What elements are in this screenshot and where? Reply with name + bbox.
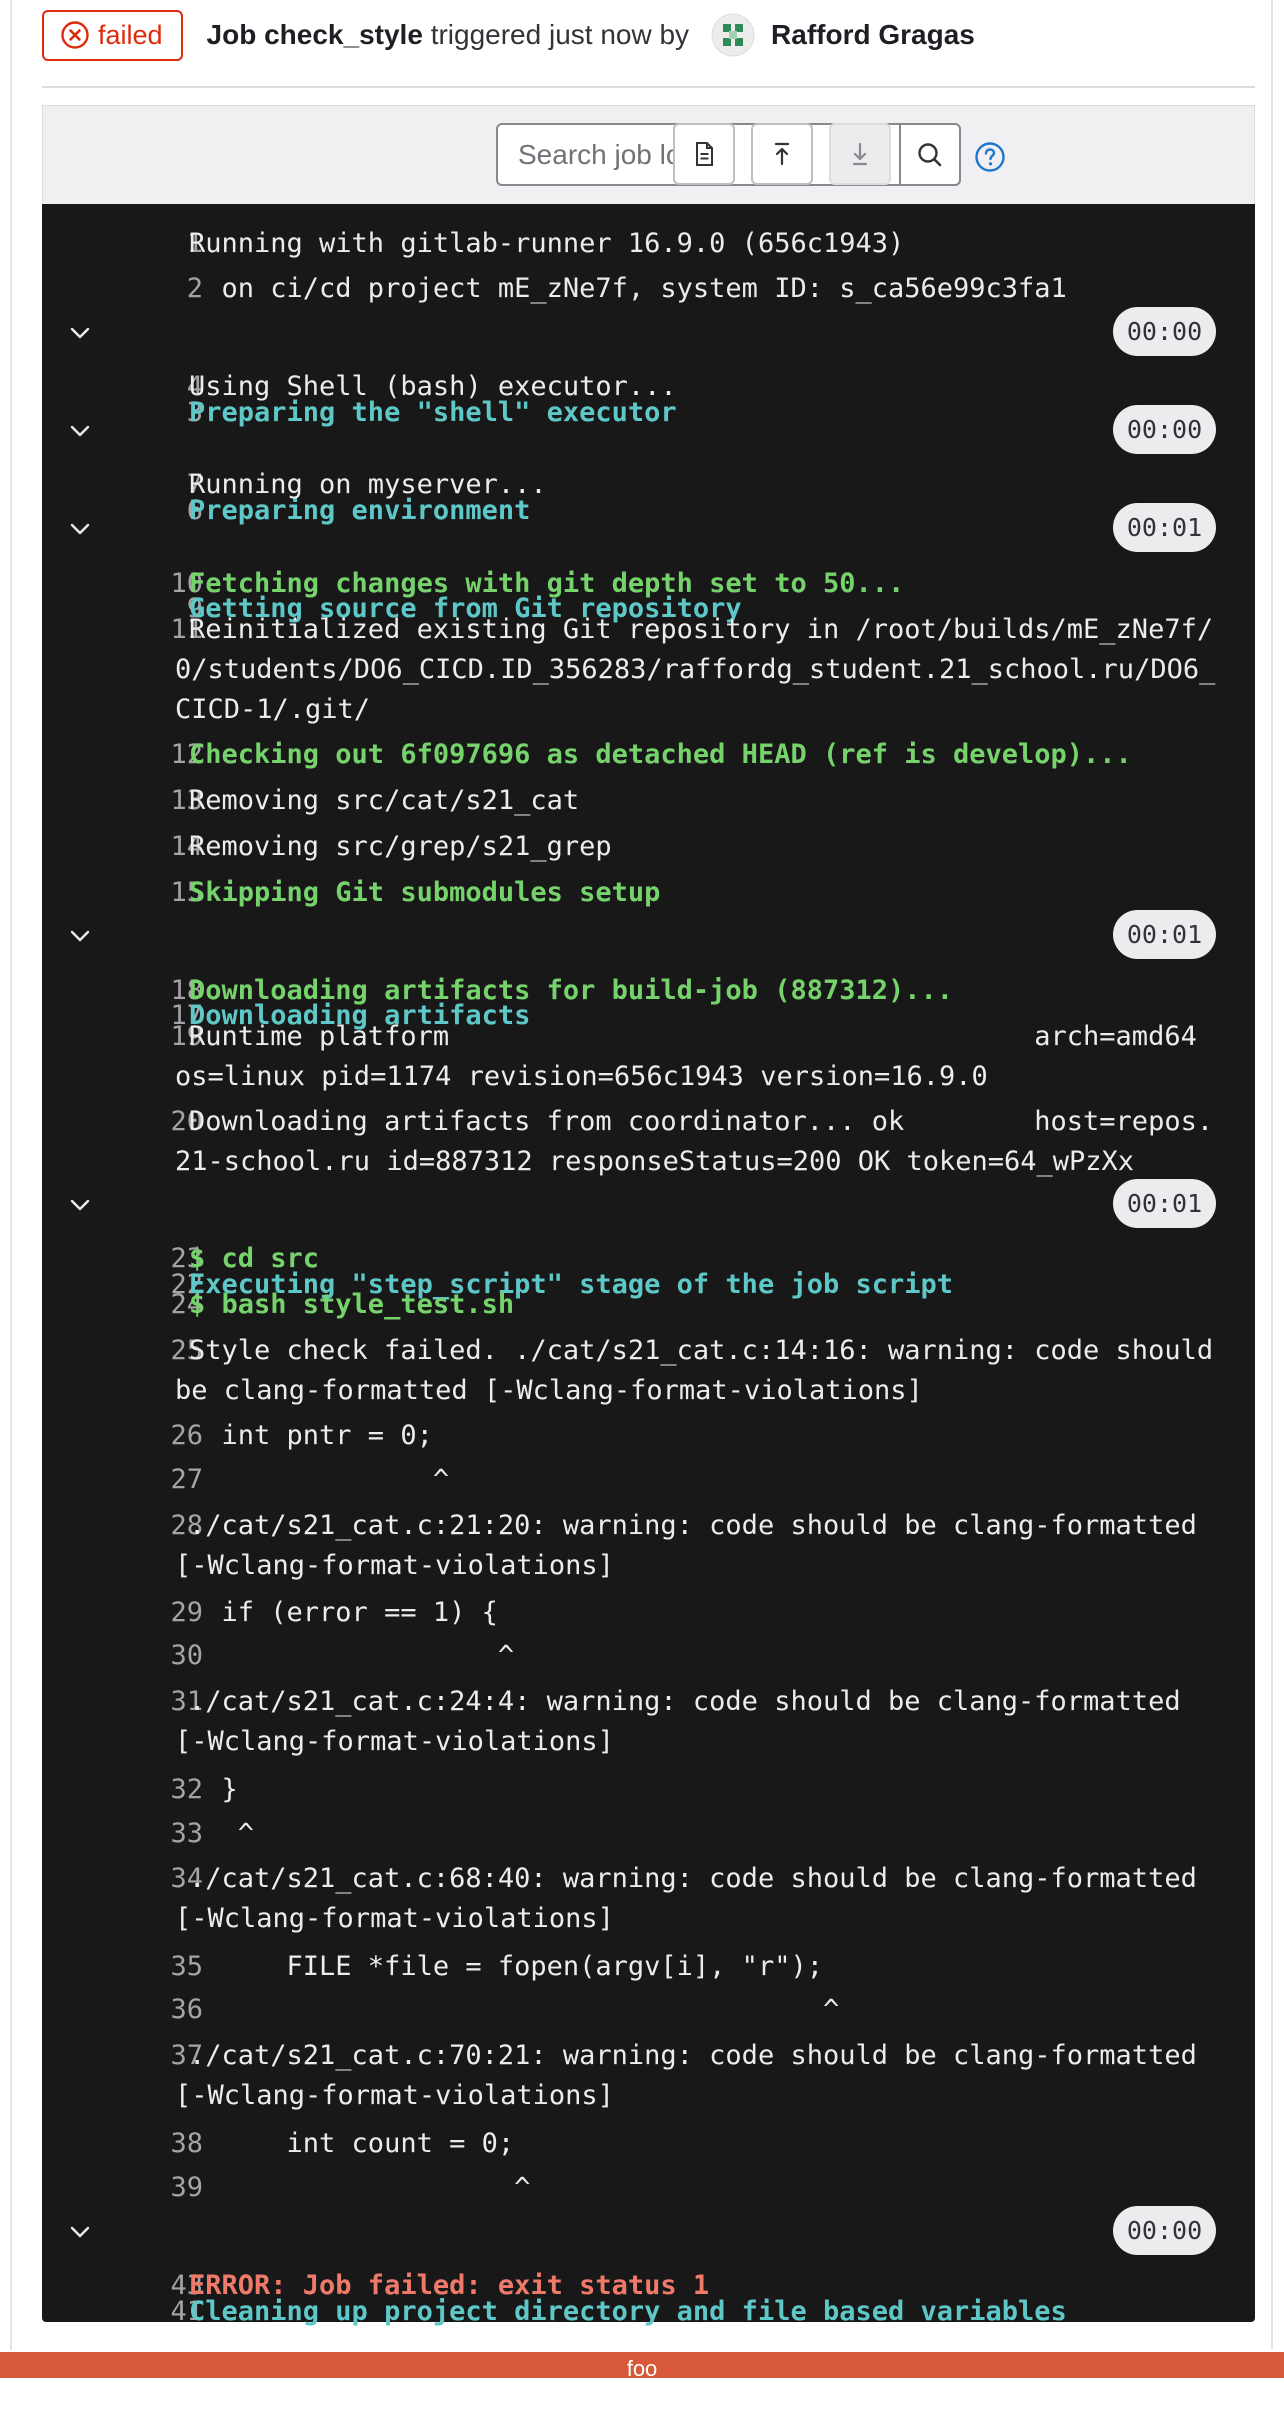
log-text: Running with gitlab-runner 16.9.0 (656c1… — [189, 228, 905, 259]
log-text: $ bash style_test.sh — [189, 1289, 515, 1320]
log-text: ^ — [189, 1640, 515, 1671]
section-duration-badge: 00:01 — [1113, 910, 1216, 959]
chevron-down-icon[interactable] — [66, 1191, 94, 1219]
chevron-down-icon[interactable] — [66, 319, 94, 347]
log-text: Checking out 6f097696 as detached HEAD (… — [189, 739, 1132, 770]
log-text: ^ — [189, 1464, 450, 1495]
log-text: if (error == 1) { — [189, 1597, 498, 1628]
status-badge[interactable]: failed — [42, 9, 183, 61]
chevron-down-icon[interactable] — [66, 922, 94, 950]
section-duration-badge: 00:01 — [1113, 1179, 1216, 1228]
chevron-down-icon[interactable] — [66, 515, 94, 543]
header-divider — [42, 86, 1255, 88]
log-text: FILE *file = fopen(argv[i], "r"); — [189, 1951, 823, 1982]
section-duration-badge: 00:01 — [1113, 503, 1216, 552]
log-text: ./cat/s21_cat.c:24:4: warning: code shou… — [175, 1686, 1197, 1757]
right-border — [1271, 0, 1273, 2350]
log-error-text: ERROR: Job failed: exit status 1 — [189, 2270, 710, 2301]
log-text: Removing src/cat/s21_cat — [189, 785, 580, 816]
search-button[interactable] — [899, 125, 959, 184]
log-text: Removing src/grep/s21_grep — [189, 831, 612, 862]
log-text: ./cat/s21_cat.c:21:20: warning: code sho… — [175, 1510, 1214, 1581]
log-text: ^ — [189, 1994, 840, 2025]
log-text: Style check failed. ./cat/s21_cat.c:14:1… — [175, 1335, 1230, 1406]
job-title: Job check_style triggered just now by Ra… — [207, 13, 975, 57]
log-text: Reinitialized existing Git repository in… — [175, 614, 1216, 725]
section-duration-badge: 00:00 — [1113, 2206, 1216, 2255]
log-text: ./cat/s21_cat.c:68:40: warning: code sho… — [175, 1863, 1214, 1934]
triggered-text: triggered just now by — [430, 19, 690, 50]
log-text: ^ — [189, 2172, 531, 2203]
job-log-toolbar — [42, 105, 1255, 204]
log-text: Fetching changes with git depth set to 5… — [189, 568, 905, 599]
scroll-top-icon — [774, 142, 790, 166]
chevron-down-icon[interactable] — [66, 2218, 94, 2246]
job-header: failed Job check_style triggered just no… — [42, 9, 975, 61]
job-prefix: Job — [206, 19, 257, 50]
log-text: on ci/cd project mE_zNe7f, system ID: s_… — [189, 273, 1067, 304]
help-icon[interactable] — [974, 141, 1006, 173]
section-duration-badge: 00:00 — [1113, 405, 1216, 454]
log-text: Using Shell (bash) executor... — [189, 371, 677, 402]
footer-bar: foo — [0, 2352, 1284, 2381]
document-icon — [696, 142, 713, 166]
log-section-header[interactable]: 41 Cleaning up project directory and file… — [42, 2206, 1255, 2412]
left-border — [10, 0, 12, 2350]
log-text: } — [189, 1774, 238, 1805]
log-text: Runtime platform arch=amd64 os=linux pid… — [175, 1021, 1214, 1092]
log-text: $ cd src — [189, 1243, 320, 1274]
log-text: Skipping Git submodules setup — [189, 877, 661, 908]
log-text: ./cat/s21_cat.c:70:21: warning: code sho… — [175, 2040, 1214, 2111]
footer-text: foo — [626, 2356, 658, 2381]
job-name: check_style — [264, 19, 423, 50]
search-icon — [918, 142, 942, 166]
user-name-link[interactable]: Rafford Gragas — [771, 19, 975, 51]
log-text: Running on myserver... — [189, 469, 547, 500]
log-text: Downloading artifacts for build-job (887… — [189, 975, 954, 1006]
status-failed-icon — [61, 21, 89, 49]
log-text: Downloading artifacts from coordinator..… — [175, 1106, 1214, 1177]
chevron-down-icon[interactable] — [66, 417, 94, 445]
log-text: int pntr = 0; — [189, 1420, 433, 1451]
section-duration-badge: 00:00 — [1113, 307, 1216, 356]
log-text: int count = 0; — [189, 2128, 515, 2159]
scroll-to-bottom-button[interactable] — [829, 123, 891, 185]
log-text: ^ — [189, 1818, 255, 1849]
show-raw-button[interactable] — [673, 123, 735, 185]
job-log: 1 Running with gitlab-runner 16.9.0 (656c… — [42, 204, 1255, 2327]
scroll-bottom-icon — [852, 142, 868, 166]
scroll-to-top-button[interactable] — [751, 123, 813, 185]
user-avatar[interactable] — [711, 13, 755, 57]
status-label: failed — [98, 19, 163, 50]
